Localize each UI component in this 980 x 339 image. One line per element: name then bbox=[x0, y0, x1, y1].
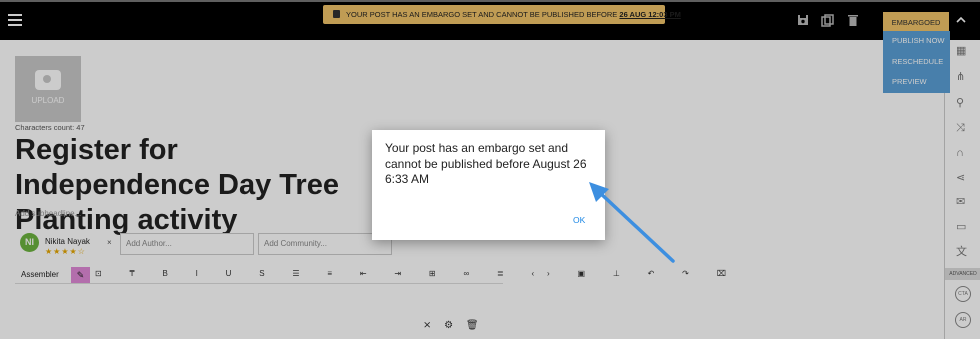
annotation-arrow-icon bbox=[589, 182, 675, 263]
